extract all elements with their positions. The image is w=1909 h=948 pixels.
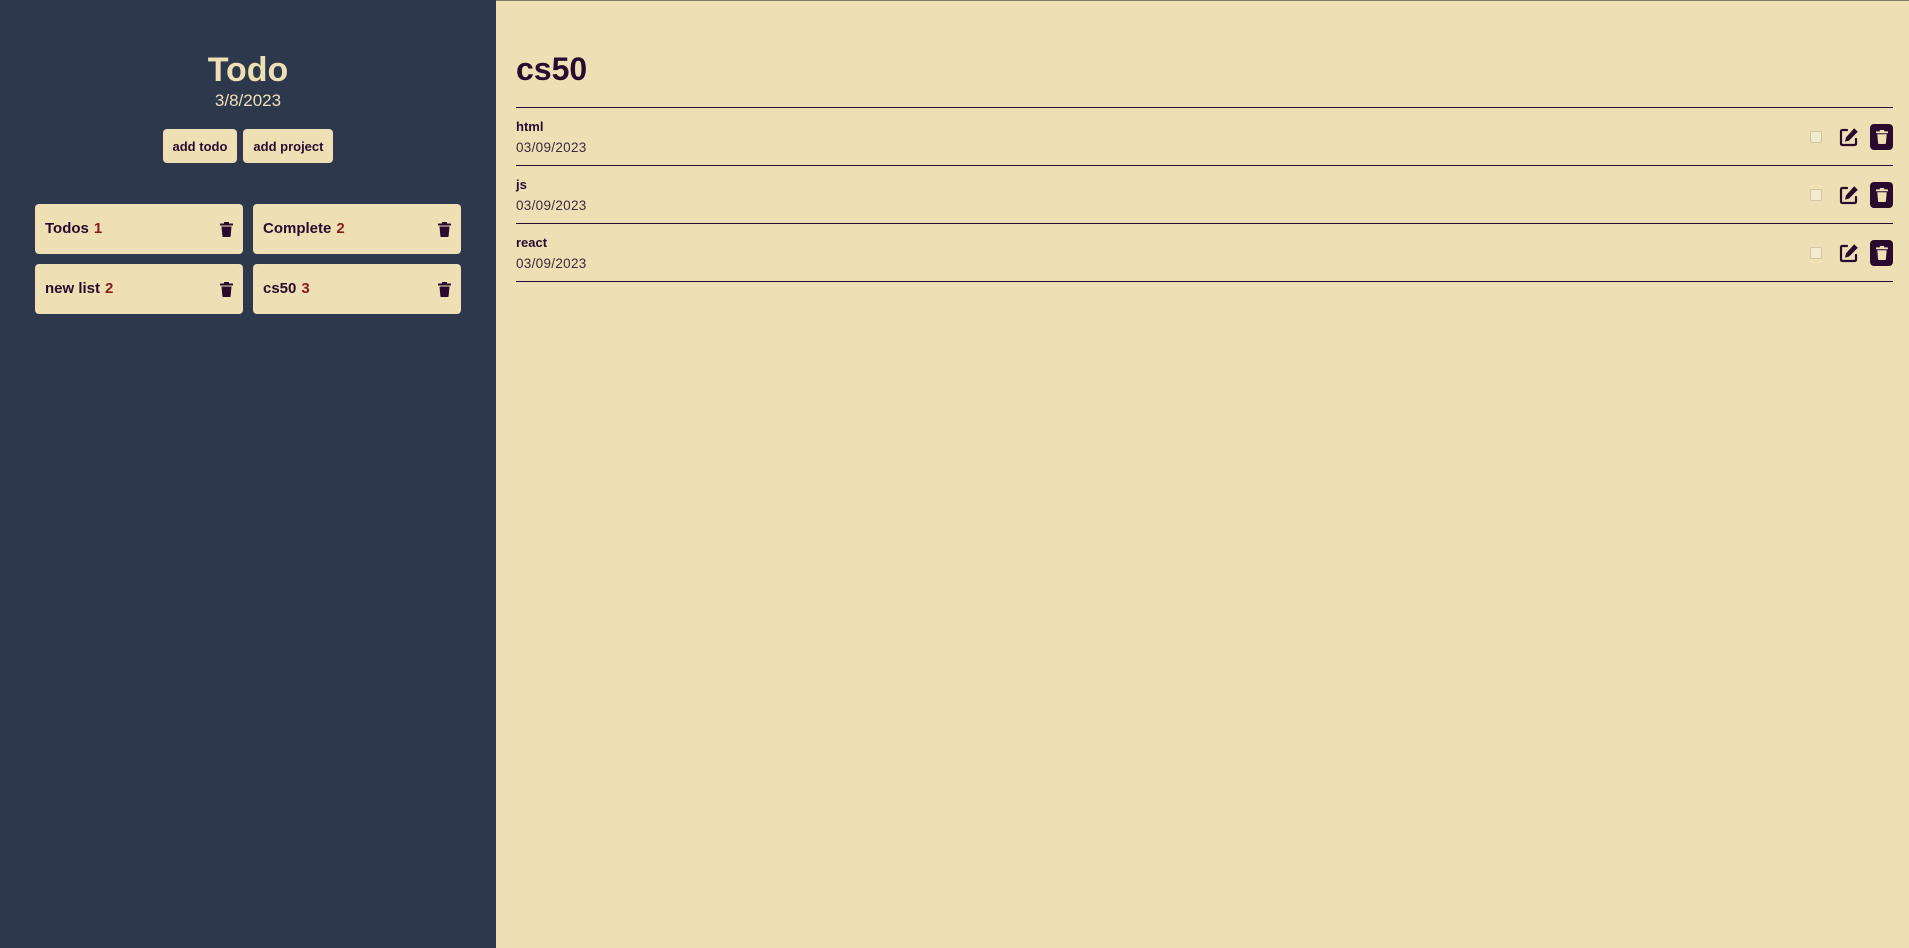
todo-text: react 03/09/2023 bbox=[516, 235, 587, 271]
project-label: Complete bbox=[263, 220, 332, 237]
pen-to-square-icon[interactable] bbox=[1838, 126, 1860, 148]
project-count: 1 bbox=[93, 220, 103, 237]
project-name: Complete 2 bbox=[263, 220, 345, 238]
complete-checkbox[interactable] bbox=[1810, 188, 1822, 201]
add-todo-button[interactable]: add todo bbox=[162, 129, 238, 163]
todo-date: 03/09/2023 bbox=[516, 139, 587, 155]
project-card-todos[interactable]: Todos 1 bbox=[35, 204, 243, 254]
complete-checkbox[interactable] bbox=[1810, 130, 1822, 143]
todo-actions bbox=[1810, 181, 1893, 208]
delete-todo-button[interactable] bbox=[1870, 239, 1893, 266]
project-card-cs50[interactable]: cs50 3 bbox=[253, 264, 461, 314]
complete-checkbox[interactable] bbox=[1810, 246, 1822, 259]
todo-list: html 03/09/2023 js 03/09/2023 react 03/0… bbox=[516, 107, 1893, 282]
main-panel: cs50 html 03/09/2023 js 03/09/2023 react… bbox=[496, 0, 1909, 948]
delete-todo-button[interactable] bbox=[1870, 123, 1893, 150]
project-count: 2 bbox=[105, 280, 114, 297]
todo-actions bbox=[1810, 123, 1893, 150]
project-card-new-list[interactable]: new list 2 bbox=[35, 264, 243, 314]
todo-item[interactable]: js 03/09/2023 bbox=[516, 166, 1893, 224]
todo-date: 03/09/2023 bbox=[516, 197, 587, 213]
project-count: 3 bbox=[301, 280, 310, 297]
delete-todo-button[interactable] bbox=[1870, 181, 1893, 208]
todo-actions bbox=[1810, 239, 1893, 266]
project-name: new list 2 bbox=[45, 280, 113, 298]
trash-icon[interactable] bbox=[438, 281, 451, 297]
project-count: 2 bbox=[336, 220, 345, 237]
trash-icon bbox=[1875, 245, 1888, 260]
sidebar: Todo 3/8/2023 add todo add project Todos… bbox=[0, 0, 496, 948]
project-list: Todos 1 Complete 2 new list 2 cs50 3 bbox=[35, 204, 461, 314]
todo-item[interactable]: html 03/09/2023 bbox=[516, 108, 1893, 166]
trash-icon bbox=[1875, 129, 1888, 144]
sidebar-actions: add todo add project bbox=[162, 129, 334, 163]
todo-title: react bbox=[516, 234, 548, 250]
list-title: cs50 bbox=[516, 51, 588, 87]
trash-icon[interactable] bbox=[438, 221, 451, 237]
project-name: cs50 3 bbox=[263, 280, 310, 298]
project-label: cs50 bbox=[263, 280, 297, 297]
project-label: Todos bbox=[45, 220, 89, 237]
todo-title: html bbox=[516, 118, 544, 134]
current-date: 3/8/2023 bbox=[214, 91, 282, 110]
pen-to-square-icon[interactable] bbox=[1838, 184, 1860, 206]
project-name: Todos 1 bbox=[45, 220, 102, 238]
trash-icon[interactable] bbox=[220, 281, 233, 297]
todo-text: js 03/09/2023 bbox=[516, 177, 587, 213]
project-label: new list bbox=[45, 280, 101, 297]
pen-to-square-icon[interactable] bbox=[1838, 242, 1860, 264]
todo-text: html 03/09/2023 bbox=[516, 119, 587, 155]
project-card-complete[interactable]: Complete 2 bbox=[253, 204, 461, 254]
todo-title: js bbox=[516, 176, 527, 192]
todo-date: 03/09/2023 bbox=[516, 255, 587, 271]
todo-item[interactable]: react 03/09/2023 bbox=[516, 224, 1893, 282]
trash-icon[interactable] bbox=[220, 221, 233, 237]
trash-icon bbox=[1875, 187, 1888, 202]
app-title: Todo bbox=[207, 51, 289, 89]
add-project-button[interactable]: add project bbox=[243, 129, 334, 163]
